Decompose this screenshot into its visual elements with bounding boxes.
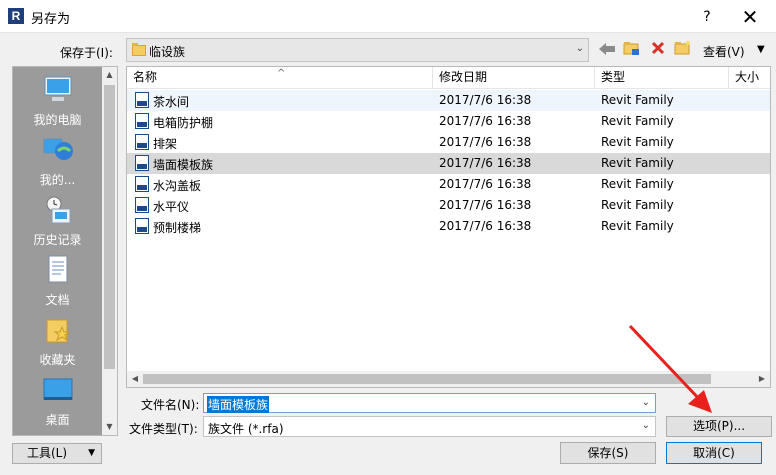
window-title: 另存为	[31, 12, 71, 27]
filename-input[interactable]: 墙面模板族 ⌄	[203, 393, 656, 413]
rfa-file-icon	[135, 197, 149, 213]
computer-icon	[42, 75, 74, 105]
history-icon	[42, 195, 74, 225]
scroll-up-icon[interactable]: ▲	[102, 67, 117, 83]
file-name: 水沟盖板	[153, 179, 202, 193]
column-name[interactable]: 名称 ^	[127, 67, 433, 89]
place-label: 历史记录	[33, 233, 82, 247]
title-bar: R 另存为 ? ✕	[0, 0, 776, 33]
save-button[interactable]: 保存(S)	[560, 442, 656, 464]
scroll-left-icon[interactable]: ◀	[127, 371, 143, 387]
file-row[interactable]: 预制楼梯 2017/7/6 16:38 Revit Family	[127, 216, 770, 237]
file-name: 预制楼梯	[153, 221, 202, 235]
network-icon	[42, 135, 74, 165]
file-name: 水平仪	[153, 200, 190, 214]
filetype-label: 文件类型(T):	[129, 422, 198, 436]
file-date: 2017/7/6 16:38	[439, 177, 532, 191]
filename-label: 文件名(N):	[141, 398, 200, 412]
view-dropdown-arrow-icon[interactable]: ▼	[757, 44, 765, 55]
rfa-file-icon	[135, 92, 149, 108]
chevron-down-icon: ▼	[88, 448, 95, 458]
place-label: 我的...	[39, 173, 76, 187]
scroll-right-icon[interactable]: ▶	[754, 371, 770, 387]
location-dropdown[interactable]: 临设族 ⌄	[126, 38, 589, 62]
chevron-down-icon: ⌄	[575, 43, 584, 54]
cancel-button[interactable]: 取消(C)	[666, 442, 762, 464]
file-date: 2017/7/6 16:38	[439, 135, 532, 149]
rfa-file-icon	[135, 155, 149, 171]
list-header: 名称 ^ 修改日期 类型 大小	[127, 67, 770, 89]
scroll-down-icon[interactable]: ▼	[102, 419, 117, 435]
file-name: 电箱防护棚	[153, 116, 214, 130]
file-date: 2017/7/6 16:38	[439, 198, 532, 212]
delete-icon[interactable]	[647, 40, 669, 62]
filetype-dropdown[interactable]: 族文件 (*.rfa) ⌄	[203, 416, 656, 437]
sort-asc-icon: ^	[277, 68, 286, 79]
column-date[interactable]: 修改日期	[433, 67, 595, 89]
revit-app-icon: R	[8, 8, 24, 24]
rfa-file-icon	[135, 134, 149, 150]
scroll-thumb[interactable]	[104, 85, 115, 369]
back-icon[interactable]	[596, 40, 618, 62]
file-type: Revit Family	[601, 114, 674, 128]
file-name: 墙面模板族	[153, 158, 214, 172]
location-value: 临设族	[149, 45, 186, 59]
file-date: 2017/7/6 16:38	[439, 156, 532, 170]
annotation-arrow	[628, 324, 712, 413]
places-scrollbar[interactable]: ▲ ▼	[102, 67, 117, 435]
place-desktop[interactable]: 桌面	[13, 375, 102, 428]
desktop-icon	[42, 375, 74, 405]
filetype-value: 族文件 (*.rfa)	[208, 422, 284, 436]
file-date: 2017/7/6 16:38	[439, 93, 532, 107]
file-type: Revit Family	[601, 219, 674, 233]
place-label: 收藏夹	[39, 353, 76, 367]
view-menu[interactable]: 查看(V)	[703, 43, 745, 60]
filename-value: 墙面模板族	[207, 396, 270, 413]
places-list: 我的电脑 我的... 历史记录 文档 收藏夹 桌面	[13, 67, 102, 435]
save-in-label: 保存于(I):	[60, 46, 113, 60]
document-icon	[42, 255, 74, 285]
file-type: Revit Family	[601, 135, 674, 149]
file-date: 2017/7/6 16:38	[439, 114, 532, 128]
place-label: 桌面	[45, 413, 70, 427]
file-row[interactable]: 水沟盖板 2017/7/6 16:38 Revit Family	[127, 174, 770, 195]
rfa-file-icon	[135, 113, 149, 129]
rfa-file-icon	[135, 176, 149, 192]
favorites-icon	[42, 315, 74, 345]
file-type: Revit Family	[601, 198, 674, 212]
rfa-file-icon	[135, 218, 149, 234]
places-bar: 我的电脑 我的... 历史记录 文档 收藏夹 桌面 ▲ ▼	[12, 66, 118, 436]
close-button[interactable]: ✕	[736, 6, 764, 28]
file-row[interactable]: 水平仪 2017/7/6 16:38 Revit Family	[127, 195, 770, 216]
place-label: 我的电脑	[33, 113, 82, 127]
file-row[interactable]: 电箱防护棚 2017/7/6 16:38 Revit Family	[127, 111, 770, 132]
file-name: 茶水间	[153, 95, 190, 109]
place-history[interactable]: 历史记录	[13, 195, 102, 248]
new-folder-icon[interactable]	[672, 40, 694, 62]
tools-button[interactable]: 工具(L) ▼	[12, 443, 102, 464]
folder-icon	[132, 43, 146, 57]
file-row[interactable]: 排架 2017/7/6 16:38 Revit Family	[127, 132, 770, 153]
file-type: Revit Family	[601, 93, 674, 107]
column-size[interactable]: 大小	[729, 67, 770, 89]
column-type[interactable]: 类型	[595, 67, 729, 89]
place-my-computer[interactable]: 我的电脑	[13, 75, 102, 128]
place-network[interactable]: 我的...	[13, 135, 102, 188]
file-row[interactable]: 茶水间 2017/7/6 16:38 Revit Family	[127, 90, 770, 111]
up-folder-icon[interactable]	[621, 40, 643, 62]
place-favorites[interactable]: 收藏夹	[13, 315, 102, 368]
file-type: Revit Family	[601, 156, 674, 170]
file-date: 2017/7/6 16:38	[439, 219, 532, 233]
place-documents[interactable]: 文档	[13, 255, 102, 308]
help-button[interactable]: ?	[695, 6, 719, 28]
column-name-label: 名称	[133, 70, 158, 84]
file-type: Revit Family	[601, 177, 674, 191]
tools-label: 工具(L)	[27, 446, 68, 460]
chevron-down-icon: ⌄	[641, 420, 650, 431]
file-row-selected[interactable]: 墙面模板族 2017/7/6 16:38 Revit Family	[127, 153, 770, 174]
file-name: 排架	[153, 137, 178, 151]
place-label: 文档	[45, 293, 70, 307]
